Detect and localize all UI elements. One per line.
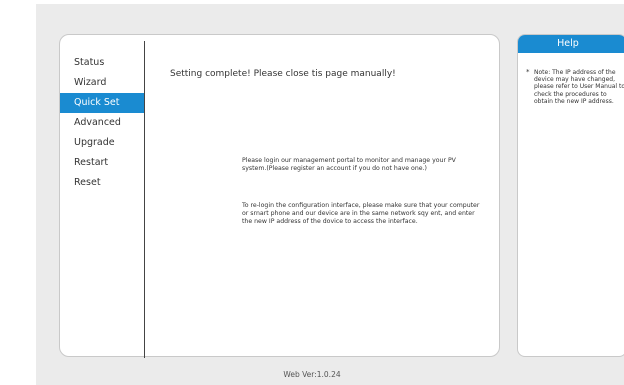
menu-item-upgrade[interactable]: Upgrade [60,133,144,153]
web-version: Web Ver:1.0.24 [283,370,341,379]
help-panel: Help * Note: The IP address of the devic… [517,34,624,357]
menu-divider [144,41,145,358]
relogin-instructions: To re-login the configuration interface,… [242,202,480,225]
menu-item-advanced[interactable]: Advanced [60,113,144,133]
help-note: * Note: The IP address of the device may… [526,68,624,105]
menu-item-reset[interactable]: Reset [60,173,144,193]
sidebar-menu: Status Wizard Quick Set Advanced Upgrade… [60,53,144,193]
setting-complete-message: Setting complete! Please close tis page … [170,69,396,79]
main-panel: Status Wizard Quick Set Advanced Upgrade… [59,34,500,358]
menu-item-wizard[interactable]: Wizard [60,73,144,93]
bullet-star-icon: * [526,68,530,76]
menu-item-status[interactable]: Status [60,53,144,73]
help-note-text: Note: The IP address of the device may h… [534,69,624,105]
menu-item-restart[interactable]: Restart [60,153,144,173]
help-title: Help [518,35,624,53]
portal-login-message: Please login our management portal to mo… [242,157,456,172]
menu-item-quick-set[interactable]: Quick Set [60,93,144,113]
